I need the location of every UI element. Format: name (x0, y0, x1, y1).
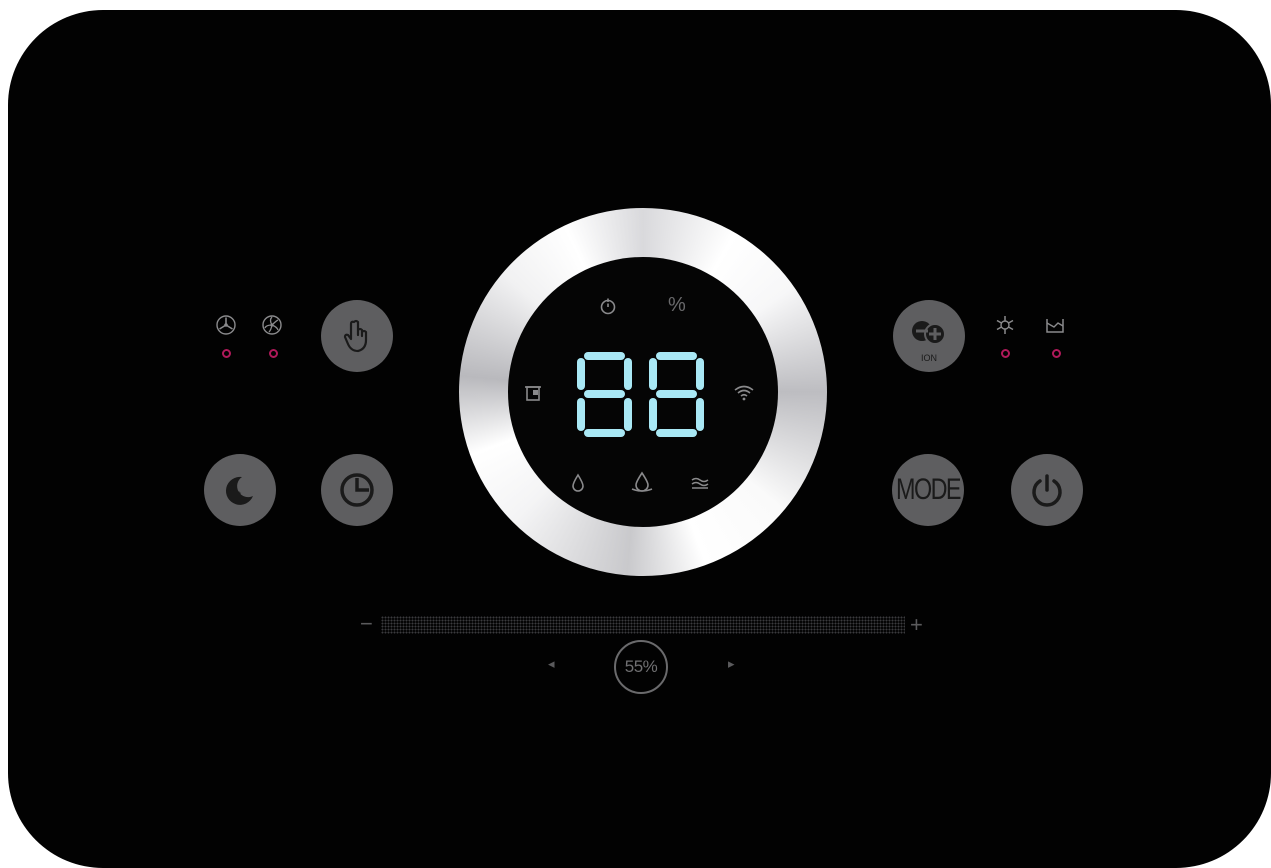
fan-high-icon (262, 315, 282, 335)
slider-plus[interactable]: + (910, 614, 923, 636)
humidity-percent-indicator: % (668, 294, 686, 316)
filter-icon (525, 386, 541, 401)
timer-clock-icon (600, 298, 616, 315)
humidity-slider-track[interactable] (381, 616, 905, 634)
ion-minus-plus-icon (912, 321, 946, 345)
tank-full-led (1052, 349, 1061, 358)
fan-low-led (222, 349, 231, 358)
tank-full-icon (1046, 319, 1064, 333)
mode-button[interactable]: MODE (892, 454, 964, 526)
slider-minus[interactable]: − (360, 613, 373, 635)
drying-icon (691, 477, 709, 489)
timer-pie-icon (340, 473, 374, 507)
ion-button[interactable]: ION (893, 300, 965, 372)
ion-label: ION (920, 353, 937, 363)
power-button[interactable] (1011, 454, 1083, 526)
touch-button[interactable] (321, 300, 393, 372)
timer-button[interactable] (321, 454, 393, 526)
sleep-button[interactable] (204, 454, 276, 526)
moon-stars-icon (225, 476, 253, 505)
defrost-icon (996, 316, 1014, 334)
digit-display (577, 352, 704, 437)
power-icon (1032, 474, 1062, 507)
right-arrow-icon[interactable]: ▸ (728, 657, 735, 672)
digit-2 (649, 352, 704, 437)
humidity-value: 55% (624, 657, 658, 676)
left-arrow-icon[interactable]: ◂ (548, 657, 555, 672)
fan-high-led (269, 349, 278, 358)
wifi-icon (734, 385, 754, 401)
digit-1 (577, 352, 632, 437)
hand-pointer-icon (343, 319, 368, 353)
humidity-value-badge: 55% (614, 640, 668, 694)
droplet-icon (572, 473, 584, 492)
defrost-led (1001, 349, 1010, 358)
mode-label: MODE (896, 473, 962, 506)
fan-low-icon (216, 315, 236, 335)
water-level-icon (631, 471, 653, 492)
